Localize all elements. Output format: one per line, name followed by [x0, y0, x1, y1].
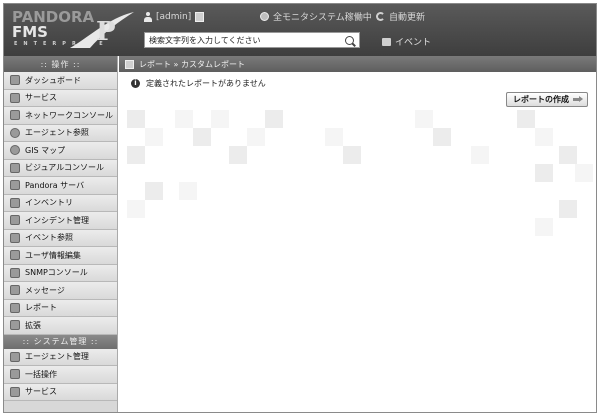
sidebar-item-network-console[interactable]: ネットワークコンソール: [4, 107, 117, 125]
sidebar-item-label: エージェント管理: [25, 352, 89, 362]
dashboard-icon: [10, 75, 20, 86]
breadcrumb: レポート » カスタムレポート: [119, 56, 596, 72]
sidebar-item-label: ネットワークコンソール: [25, 110, 113, 120]
events-link[interactable]: イベント: [382, 35, 431, 48]
agent-view-icon: [10, 127, 20, 138]
create-report-button[interactable]: レポートの作成: [506, 92, 588, 107]
sidebar-item-incidents[interactable]: インシデント管理: [4, 212, 117, 230]
services-icon: [10, 92, 20, 103]
sidebar: :: 操作 :: ダッシュボード サービス ネットワークコンソール エージェント…: [4, 56, 118, 412]
snmp-console-icon: [10, 267, 20, 278]
sidebar-item-visual-console[interactable]: ビジュアルコンソール: [4, 159, 117, 177]
sidebar-item-label: サービス: [25, 387, 57, 397]
sidebar-item-label: Pandora サーバ: [25, 180, 85, 190]
events-label: イベント: [395, 38, 432, 48]
server-icon: [10, 180, 20, 191]
search-icon: [344, 35, 354, 45]
sidebar-item-agent-manage[interactable]: エージェント管理: [4, 348, 117, 366]
sidebar-item-inventory[interactable]: インベントリ: [4, 194, 117, 212]
sidebar-item-pandora-server[interactable]: Pandora サーバ: [4, 177, 117, 195]
sidebar-item-user-edit[interactable]: ユーザ情報編集: [4, 247, 117, 265]
sidebar-item-event-view[interactable]: イベント参照: [4, 229, 117, 247]
sidebar-item-label: イベント参照: [25, 233, 73, 243]
svg-text:P: P: [96, 17, 116, 47]
message-icon: [10, 285, 20, 296]
sidebar-item-gis-map[interactable]: GIS マップ: [4, 142, 117, 160]
user-edit-icon: [10, 250, 20, 261]
events-icon: [382, 37, 391, 46]
refresh-icon: [376, 12, 385, 21]
notice-text: 定義されたレポートがありません: [146, 79, 266, 88]
sidebar-item-label: 一括操作: [25, 369, 57, 379]
sidebar-admin-header: :: システム管理 ::: [4, 334, 117, 349]
arrow-right-icon: [573, 96, 583, 103]
main-content: レポート » カスタムレポート i 定義されたレポートがありません レポートの作…: [119, 56, 596, 412]
user-icon: [144, 12, 152, 22]
visual-console-icon: [10, 162, 20, 173]
sidebar-item-label: メッセージ: [25, 285, 65, 295]
background-watermark: [119, 106, 596, 286]
sidebar-item-services[interactable]: サービス: [4, 89, 117, 107]
user-name-link[interactable]: [admin]: [156, 12, 191, 22]
sidebar-item-label: インシデント管理: [25, 215, 89, 225]
sidebar-item-extensions[interactable]: 拡張: [4, 317, 117, 335]
status-text: 全モニタシステム稼働中: [273, 13, 372, 23]
sidebar-item-label: レポート: [25, 303, 57, 313]
sidebar-item-admin-services[interactable]: サービス: [4, 383, 117, 401]
user-area: [admin]: [144, 10, 205, 24]
user-badge-icon[interactable]: [195, 12, 205, 22]
status-icon: [260, 12, 269, 21]
gis-map-icon: [10, 145, 20, 156]
bulk-operation-icon: [10, 369, 20, 380]
sidebar-operation-header: :: 操作 ::: [4, 56, 117, 72]
empty-notice: i 定義されたレポートがありません: [131, 78, 266, 89]
sidebar-item-label: ユーザ情報編集: [25, 250, 81, 260]
extension-icon: [10, 320, 20, 331]
logo-text-fms: FMS: [12, 23, 48, 41]
sidebar-item-label: GIS マップ: [25, 145, 66, 155]
sidebar-item-bulk-operation[interactable]: 一括操作: [4, 366, 117, 384]
sidebar-item-snmp-console[interactable]: SNMPコンソール: [4, 264, 117, 282]
sidebar-item-reports[interactable]: レポート: [4, 299, 117, 317]
sidebar-item-label: インベントリ: [25, 198, 73, 208]
info-icon: i: [131, 79, 140, 88]
create-report-label: レポートの作成: [513, 95, 569, 104]
event-view-icon: [10, 232, 20, 243]
app-window: PANDORA FMS ENTERPRISE P [admin] 全モニタシステ…: [3, 3, 597, 413]
network-console-icon: [10, 110, 20, 121]
logo-swoosh-icon: P: [70, 12, 134, 48]
sidebar-item-label: ダッシュボード: [25, 75, 81, 85]
system-status: 全モニタシステム稼働中: [260, 10, 372, 23]
search-input[interactable]: [145, 33, 341, 47]
sidebar-item-messages[interactable]: メッセージ: [4, 282, 117, 300]
report-icon: [10, 302, 20, 313]
sidebar-item-label: SNMPコンソール: [25, 268, 88, 278]
report-icon: [125, 59, 134, 69]
search-button[interactable]: [341, 33, 357, 47]
refresh-label: 自動更新: [389, 13, 426, 23]
services-icon: [10, 386, 20, 397]
incident-icon: [10, 215, 20, 226]
top-header: PANDORA FMS ENTERPRISE P [admin] 全モニタシステ…: [4, 4, 596, 56]
search-box: [144, 32, 360, 48]
sidebar-item-label: エージェント参照: [25, 128, 89, 138]
breadcrumb-text: レポート » カスタムレポート: [139, 59, 245, 69]
sidebar-item-dashboard[interactable]: ダッシュボード: [4, 72, 117, 90]
sidebar-item-label: 拡張: [25, 320, 41, 330]
auto-refresh-link[interactable]: 自動更新: [376, 10, 425, 23]
pandora-logo[interactable]: PANDORA FMS ENTERPRISE P: [10, 8, 140, 52]
agent-manage-icon: [10, 351, 20, 362]
sidebar-item-agent-view[interactable]: エージェント参照: [4, 124, 117, 142]
inventory-icon: [10, 197, 20, 208]
sidebar-item-label: ビジュアルコンソール: [25, 163, 105, 173]
sidebar-item-label: サービス: [25, 93, 57, 103]
